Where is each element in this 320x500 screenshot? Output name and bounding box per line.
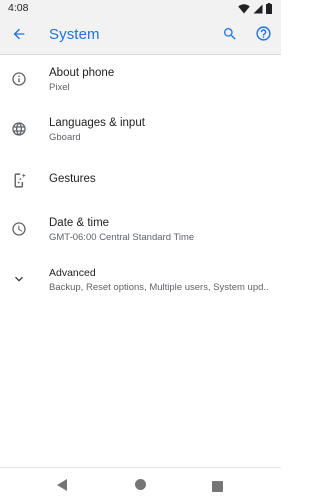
list-item-subtitle: GMT-06:00 Central Standard Time bbox=[49, 232, 195, 243]
help-button[interactable] bbox=[252, 25, 274, 47]
wifi-icon bbox=[238, 3, 250, 14]
list-item-title: Date & time bbox=[49, 217, 110, 229]
list-item-languages-input[interactable]: Languages & input Gboard bbox=[0, 105, 281, 155]
info-icon bbox=[10, 70, 28, 88]
list-item-gestures[interactable]: Gestures bbox=[0, 155, 281, 205]
list-item-date-time[interactable]: Date & time GMT-06:00 Central Standard T… bbox=[0, 205, 281, 255]
back-button[interactable] bbox=[8, 25, 30, 47]
arrow-back-icon bbox=[11, 26, 27, 47]
list-item-title: Gestures bbox=[49, 173, 96, 185]
navigation-bar bbox=[0, 467, 281, 500]
list-item-subtitle: Backup, Reset options, Multiple users, S… bbox=[49, 282, 269, 293]
globe-icon bbox=[10, 120, 28, 138]
app-bar: System bbox=[0, 17, 281, 55]
page-title: System bbox=[49, 26, 100, 43]
status-time: 4:08 bbox=[8, 2, 29, 14]
gestures-icon bbox=[10, 171, 28, 189]
list-item-subtitle: Gboard bbox=[49, 132, 81, 143]
status-icons bbox=[238, 3, 272, 14]
signal-icon bbox=[253, 4, 263, 14]
list-item-title: Languages & input bbox=[49, 117, 145, 129]
settings-list: About phone Pixel Languages & input Gboa… bbox=[0, 55, 281, 305]
list-item-title: Advanced bbox=[49, 267, 96, 279]
nav-back-icon[interactable] bbox=[56, 478, 68, 496]
search-button[interactable] bbox=[219, 25, 241, 47]
clock-icon bbox=[10, 220, 28, 238]
list-item-advanced[interactable]: Advanced Backup, Reset options, Multiple… bbox=[0, 255, 281, 305]
list-item-title: About phone bbox=[49, 67, 115, 79]
nav-home-icon[interactable] bbox=[134, 478, 147, 496]
screen: 4:08 System About phone Pixel Languages … bbox=[0, 0, 281, 500]
nav-recents-icon[interactable] bbox=[212, 479, 223, 497]
list-item-subtitle: Pixel bbox=[49, 82, 70, 93]
chevron-down-icon bbox=[10, 270, 28, 288]
list-item-about-phone[interactable]: About phone Pixel bbox=[0, 55, 281, 105]
search-icon bbox=[222, 26, 238, 47]
battery-icon bbox=[266, 3, 272, 14]
status-bar: 4:08 bbox=[0, 0, 281, 17]
help-icon bbox=[255, 25, 272, 47]
